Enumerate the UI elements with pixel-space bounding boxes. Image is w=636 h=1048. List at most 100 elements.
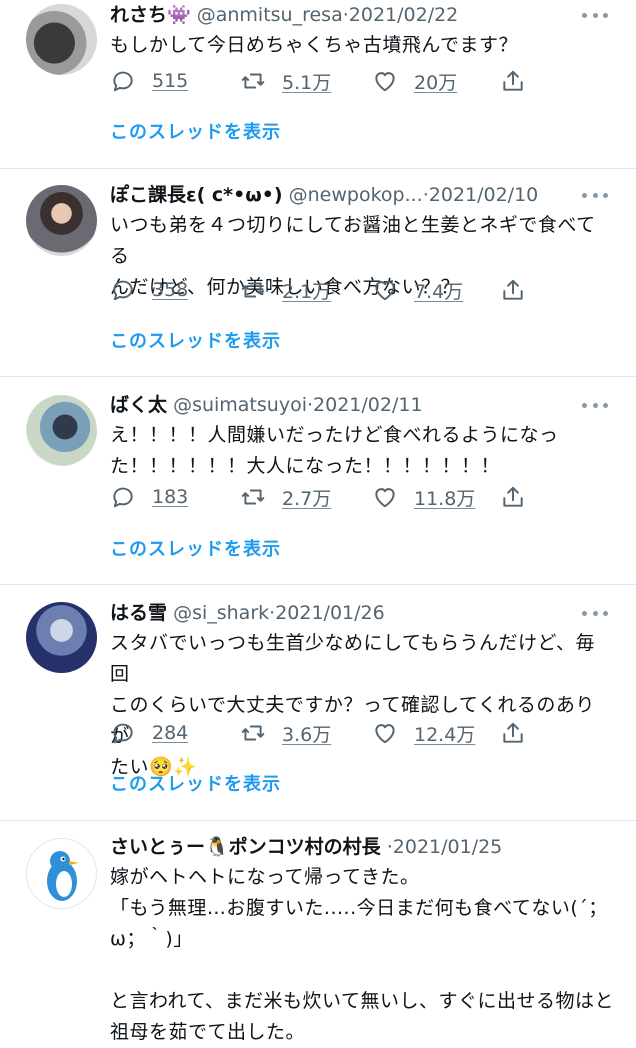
tweet-header: はる雪 @si_shark·2021/01/26 (110, 598, 596, 628)
tweet-header: れさち👾 @anmitsu_resa·2021/02/22 (110, 0, 596, 30)
reply-button[interactable]: 183 (110, 482, 188, 512)
tweet-text: 嫁がヘトヘトになって帰ってきた。 「もう無理…お腹すいた.....今日まだ何も食… (110, 862, 614, 1048)
tweet-text: スタバでいっつも生首少なめにしてもらうんだけど、毎回 このくらいで大丈夫ですか？… (110, 628, 614, 783)
show-thread-link[interactable]: このスレッドを表示 (110, 327, 281, 353)
like-count: 20万 (414, 71, 458, 94)
tweet-text-line: ω；｀)」 (110, 928, 193, 950)
like-count: 12.4万 (414, 723, 476, 746)
tweet-text: え！！！！人間嫌いだったけど食べれるようになっ た！！！！！！大人になった！！！… (110, 420, 614, 482)
penguin-icon (47, 851, 79, 901)
divider (0, 168, 636, 169)
tweet-text-line: 祖母を茹でて出した。 (110, 1021, 306, 1043)
display-name[interactable]: れさち👾 (110, 4, 191, 26)
tweet-date[interactable]: 2021/02/22 (349, 4, 459, 26)
user-handle[interactable]: @newpokop... (289, 184, 423, 206)
retweet-button[interactable]: 2.1万 (240, 275, 331, 305)
retweet-count: 2.7万 (282, 487, 332, 510)
more-options-icon[interactable] (582, 5, 608, 25)
show-thread-link[interactable]: このスレッドを表示 (110, 118, 281, 144)
divider (0, 584, 636, 585)
avatar[interactable] (26, 395, 97, 466)
retweet-icon (241, 725, 265, 741)
tweet-text-line: え！！！！人間嫌いだったけど食べれるようになっ (110, 424, 559, 446)
tweet-text-line: 嫁がヘトヘトになって帰ってきた。 (110, 866, 420, 888)
tweet-date[interactable]: 2021/01/26 (275, 602, 385, 624)
tweet-date[interactable]: 2021/02/10 (429, 184, 539, 206)
show-thread-link[interactable]: このスレッドを表示 (110, 770, 281, 796)
tweet-date[interactable]: 2021/02/11 (313, 394, 423, 416)
heart-icon (375, 724, 395, 744)
tweet-header: ばく太 @suimatsuyoi·2021/02/11 (110, 390, 596, 420)
more-options-icon[interactable] (582, 185, 608, 205)
share-icon (503, 722, 523, 743)
divider (0, 376, 636, 377)
avatar[interactable] (26, 602, 97, 673)
share-icon (503, 279, 523, 300)
user-handle[interactable]: @suimatsuyoi (173, 394, 307, 416)
retweet-icon (241, 73, 265, 89)
tweet-text-line: もしかして今日めちゃくちゃ古墳飛んでます？ (110, 34, 518, 56)
retweet-icon (241, 489, 265, 505)
tweet-text-line: た！！！！！！大人になった！！！！！！！ (110, 455, 501, 477)
retweet-icon (241, 282, 265, 298)
retweet-button[interactable]: 2.7万 (240, 482, 331, 512)
like-count: 7.4万 (414, 280, 464, 303)
like-count: 11.8万 (414, 487, 476, 510)
reply-icon (113, 723, 133, 744)
tweet-text-line (110, 955, 614, 986)
reply-button[interactable]: 515 (110, 66, 188, 96)
share-button[interactable] (500, 66, 526, 96)
display-name[interactable]: はる雪 (110, 602, 167, 624)
user-handle[interactable]: @si_shark (173, 602, 269, 624)
show-thread-link[interactable]: このスレッドを表示 (110, 535, 281, 561)
retweet-button[interactable]: 3.6万 (240, 718, 331, 748)
reply-icon (113, 487, 133, 508)
reply-count: 183 (152, 486, 189, 508)
display-name[interactable]: ぽこ課長ε( c*•ω•) (110, 184, 283, 206)
like-button[interactable]: 7.4万 (372, 275, 463, 305)
display-name[interactable]: さいとぅー🐧ポンコツ村の村長 (110, 836, 381, 858)
reply-icon (113, 71, 133, 92)
tweet-actions: 515 5.1万 20万 (110, 66, 540, 96)
avatar[interactable] (26, 838, 97, 909)
tweet-actions: 284 3.6万 12.4万 (110, 718, 540, 748)
share-button[interactable] (500, 275, 526, 305)
share-button[interactable] (500, 718, 526, 748)
reply-count: 515 (152, 70, 189, 92)
share-icon (503, 70, 523, 91)
user-handle[interactable]: @anmitsu_resa (197, 4, 343, 26)
like-button[interactable]: 11.8万 (372, 482, 475, 512)
heart-icon (375, 281, 395, 301)
tweet-actions: 183 2.7万 11.8万 (110, 482, 540, 512)
reply-count: 284 (152, 722, 189, 744)
tweet-actions: 358 2.1万 7.4万 (110, 275, 540, 305)
like-button[interactable]: 20万 (372, 66, 457, 96)
retweet-count: 5.1万 (282, 71, 332, 94)
reply-button[interactable]: 358 (110, 275, 188, 305)
tweet-text: もしかして今日めちゃくちゃ古墳飛んでます？ (110, 30, 614, 61)
display-name[interactable]: ばく太 (110, 394, 167, 416)
more-options-icon[interactable] (582, 603, 608, 623)
share-button[interactable] (500, 482, 526, 512)
retweet-button[interactable]: 5.1万 (240, 66, 331, 96)
more-options-icon[interactable] (582, 395, 608, 415)
share-icon (503, 486, 523, 507)
retweet-count: 3.6万 (282, 723, 332, 746)
avatar[interactable] (26, 4, 97, 75)
tweet-text-line: と言われて、まだ米も炊いて無いし、すぐに出せる物はと (110, 990, 614, 1012)
reply-button[interactable]: 284 (110, 718, 188, 748)
divider (0, 820, 636, 821)
reply-icon (113, 280, 133, 301)
tweet-date[interactable]: 2021/01/25 (393, 836, 503, 858)
heart-icon (375, 488, 395, 508)
tweet-text-line: スタバでいっつも生首少なめにしてもらうんだけど、毎回 (110, 632, 596, 685)
avatar[interactable] (26, 185, 97, 256)
tweet-header: ぽこ課長ε( c*•ω•) @newpokop...·2021/02/10 (110, 180, 596, 210)
heart-icon (375, 72, 395, 92)
retweet-count: 2.1万 (282, 280, 332, 303)
reply-count: 358 (152, 279, 189, 301)
tweet-text-line: いつも弟を４つ切りにしてお醤油と生姜とネギで食べてる (110, 214, 596, 267)
tweet-text-line: 「もう無理…お腹すいた.....今日まだ何も食べてない(´； (110, 897, 608, 919)
like-button[interactable]: 12.4万 (372, 718, 475, 748)
tweet-header: さいとぅー🐧ポンコツ村の村長 ·2021/01/25 (110, 832, 596, 862)
